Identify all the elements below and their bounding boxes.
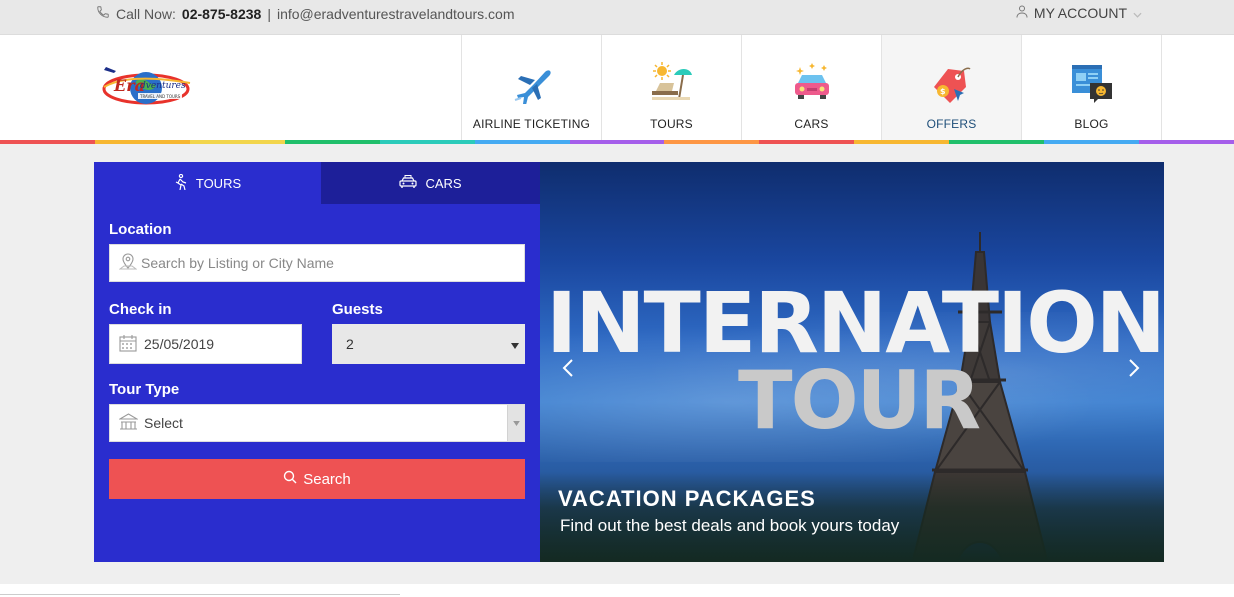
my-account-menu[interactable]: MY ACCOUNT xyxy=(1016,5,1142,21)
nav-offers[interactable]: $ OFFERS xyxy=(881,35,1021,140)
divider xyxy=(0,594,400,595)
search-button-label: Search xyxy=(303,470,351,488)
location-placeholder: Search by Listing or City Name xyxy=(141,255,334,271)
dropdown-arrow-icon xyxy=(511,336,519,352)
svg-text:dventures: dventures xyxy=(140,81,186,91)
phone-icon xyxy=(96,5,110,22)
nav-label: BLOG xyxy=(1074,117,1109,131)
tour-type-select[interactable]: Select xyxy=(109,404,525,442)
location-input[interactable]: Search by Listing or City Name xyxy=(109,244,525,282)
slider-next-arrow[interactable] xyxy=(1128,357,1140,385)
my-account-label: MY ACCOUNT xyxy=(1033,5,1127,21)
tab-label: TOURS xyxy=(195,175,242,191)
airplane-icon xyxy=(510,61,554,105)
guests-value: 2 xyxy=(346,336,354,352)
checkin-label: Check in xyxy=(109,301,172,318)
hero-slider: INTERNATIONAL TOUR VACATION PACKAGES Fin… xyxy=(540,162,1164,562)
tab-label: CARS xyxy=(425,175,462,191)
hiker-icon xyxy=(174,173,188,193)
svg-text:$: $ xyxy=(940,87,946,96)
calendar-icon xyxy=(119,334,137,355)
location-label: Location xyxy=(109,221,172,238)
top-bar: Call Now: 02-875-8238 | info@eradventure… xyxy=(0,0,1234,35)
search-panel: TOURS CARS Location Search by Listing or… xyxy=(94,162,540,562)
separator: | xyxy=(267,5,271,22)
slide-caption-subtitle: Find out the best deals and book yours t… xyxy=(560,516,900,535)
tour-type-value: Select xyxy=(144,415,183,431)
site-logo[interactable]: Era dventures TRAVEL AND TOURS xyxy=(100,61,195,111)
dropdown-arrow-icon xyxy=(507,405,524,441)
svg-text:TRAVEL AND TOURS: TRAVEL AND TOURS xyxy=(139,94,181,99)
blog-icon xyxy=(1070,61,1114,105)
header: Era dventures TRAVEL AND TOURS AIRLINE T… xyxy=(0,35,1234,140)
nav-label: TOURS xyxy=(650,117,693,131)
email-link[interactable]: info@eradventurestravelandtours.com xyxy=(277,6,515,22)
user-icon xyxy=(1016,5,1028,21)
nav-airline-ticketing[interactable]: AIRLINE TICKETING xyxy=(461,35,601,140)
taxi-icon xyxy=(399,174,418,192)
tab-cars[interactable]: CARS xyxy=(321,162,540,204)
nav-tours[interactable]: TOURS xyxy=(601,35,741,140)
beach-icon xyxy=(650,61,694,105)
nav-label: AIRLINE TICKETING xyxy=(472,117,591,131)
nav-blog[interactable]: BLOG xyxy=(1021,35,1162,140)
car-icon xyxy=(790,61,834,105)
call-now-label: Call Now: xyxy=(116,5,176,22)
guests-label: Guests xyxy=(332,301,383,318)
checkin-value: 25/05/2019 xyxy=(144,336,215,352)
search-button[interactable]: Search xyxy=(109,459,525,499)
guests-select[interactable]: 2 xyxy=(332,324,525,364)
tab-tours[interactable]: TOURS xyxy=(94,162,321,204)
offers-tag-icon: $ xyxy=(930,61,974,105)
contact-info: Call Now: 02-875-8238 | info@eradventure… xyxy=(96,5,515,22)
search-tabs: TOURS CARS xyxy=(94,162,540,204)
nav-cars[interactable]: CARS xyxy=(741,35,881,140)
tour-type-label: Tour Type xyxy=(109,381,180,398)
checkin-date-input[interactable]: 25/05/2019 xyxy=(109,324,302,364)
page-bottom xyxy=(0,584,1234,597)
chevron-down-icon xyxy=(1133,5,1142,21)
nav-label: OFFERS xyxy=(926,117,977,131)
slide-caption-title: VACATION PACKAGES xyxy=(558,486,816,511)
slider-prev-arrow[interactable] xyxy=(562,357,574,385)
main-nav: AIRLINE TICKETING TOURS CARS $ OFFERS BL… xyxy=(461,35,1162,140)
phone-number[interactable]: 02-875-8238 xyxy=(182,6,261,22)
slide-headline-line2: TOUR xyxy=(738,354,981,447)
nav-label: CARS xyxy=(794,117,829,131)
map-pin-icon xyxy=(118,252,138,274)
search-icon xyxy=(283,470,297,488)
pavilion-icon xyxy=(117,412,140,434)
